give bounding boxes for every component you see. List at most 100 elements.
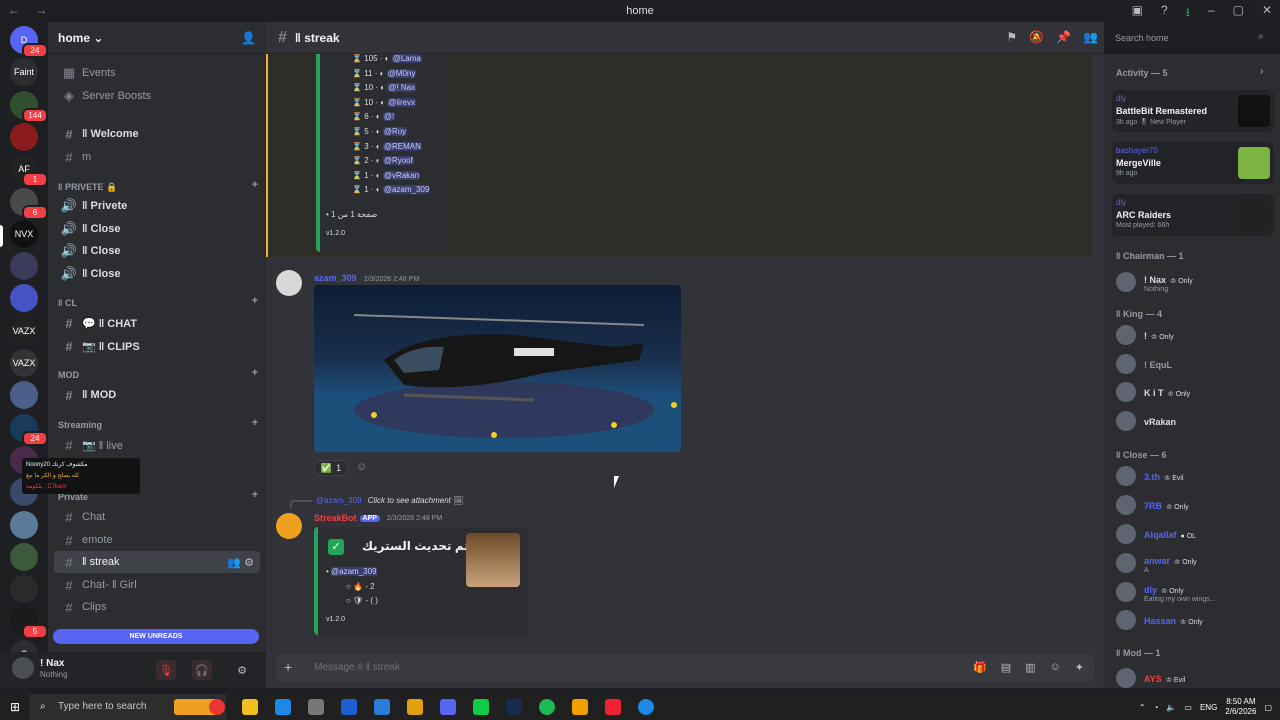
mention[interactable]: @! [382, 112, 396, 122]
avatar[interactable] [276, 513, 302, 539]
voice-channel[interactable]: 🔊 ‖ Close [54, 218, 260, 240]
battery-icon[interactable]: ▭ [1184, 703, 1192, 712]
discord-icon[interactable] [440, 699, 456, 715]
emoji-icon[interactable]: ☺ [1050, 661, 1061, 674]
activity-card[interactable]: bashayer70 MergeVille 9h ago [1112, 142, 1274, 184]
language-indicator[interactable]: ENG [1200, 703, 1217, 712]
text-channel[interactable]: # 📷 ‖ CLIPS [54, 335, 260, 357]
steam-icon[interactable] [506, 699, 522, 715]
spotify-icon[interactable] [539, 699, 555, 715]
settings-gear-icon[interactable]: ⚙ [232, 660, 252, 680]
mention[interactable]: @Lama [391, 54, 422, 63]
download-icon[interactable]: ⭳ [1186, 3, 1190, 24]
channel-category[interactable]: ‖ CL + [58, 295, 258, 308]
mention[interactable]: @vRakan [382, 170, 421, 180]
channel-category[interactable]: Streaming + [58, 417, 258, 430]
store-icon[interactable] [275, 699, 291, 715]
sidebar-item-boosts[interactable]: ◈ Server Boosts [54, 85, 260, 107]
new-unreads-pill[interactable]: NEW UNREADS [53, 629, 259, 644]
activity-card[interactable]: dly BattleBit Remastered 3h ago 🎖 New Play… [1112, 90, 1274, 132]
sticker-icon[interactable]: ▥ [1025, 661, 1035, 674]
member-item[interactable]: ! EquL [1112, 351, 1278, 377]
member-item[interactable]: dly ♔ Only Eating my own wings... [1112, 579, 1278, 605]
excel-icon[interactable] [473, 699, 489, 715]
member-item[interactable]: AYS ♔ Evil [1112, 665, 1278, 688]
add-channel-icon[interactable]: + [252, 295, 258, 308]
member-item[interactable]: Hassan ♔ Only [1112, 607, 1278, 633]
member-item[interactable]: K i T ♔ Only [1112, 379, 1278, 405]
wifi-icon[interactable]: ◔ [1154, 703, 1159, 712]
minimize-icon[interactable]: – [1208, 3, 1215, 24]
settings-gear-icon[interactable]: 👥 ⚙ [227, 556, 254, 569]
mail-icon[interactable] [308, 699, 324, 715]
apps-icon[interactable]: ✦ [1075, 661, 1084, 674]
reply-preview[interactable]: @azam_309 Click to see attachment 🖼 [316, 496, 463, 505]
app-icon[interactable] [605, 699, 621, 715]
notification-bell-icon[interactable]: 🔕 [1029, 30, 1044, 44]
add-channel-icon[interactable]: + [252, 417, 258, 430]
member-item[interactable]: ! ♔ Only [1112, 322, 1278, 348]
search-input[interactable]: Search home [1110, 30, 1274, 46]
add-channel-icon[interactable]: + [252, 489, 258, 502]
chrome-icon[interactable] [209, 699, 225, 715]
text-channel[interactable]: # 📷 ‖ live [54, 434, 260, 456]
add-reaction-icon[interactable]: ☺ [356, 461, 367, 473]
add-channel-icon[interactable]: + [252, 179, 258, 193]
pin-icon[interactable]: 📌 [1056, 30, 1071, 44]
file-explorer-icon[interactable] [242, 699, 258, 715]
text-channel[interactable]: # ‖ Welcome [54, 123, 260, 145]
add-channel-icon[interactable]: + [252, 367, 258, 380]
mention[interactable]: @REMAN [382, 141, 422, 151]
server-header[interactable]: home ⌄ 👤 [48, 22, 266, 54]
text-channel[interactable]: # ‖ streak 👥 ⚙ [54, 551, 260, 573]
edge-icon[interactable] [638, 699, 654, 715]
avatar[interactable] [12, 657, 34, 679]
server-icon[interactable] [10, 542, 38, 571]
inbox-icon[interactable]: ▣ [1132, 3, 1143, 24]
clock[interactable]: 8:50 AM 2/6/2026 [1225, 697, 1256, 717]
chevron-right-icon[interactable]: › [1260, 66, 1263, 77]
game-icon[interactable] [407, 699, 423, 715]
activity-card[interactable]: dly ARC Raiders Most played: 66h [1112, 194, 1274, 236]
message-input[interactable]: + Message # ‖ streak 🎁 ▤ ▥ ☺ ✦ [276, 654, 1094, 682]
server-icon[interactable] [10, 122, 38, 151]
mention[interactable]: @Roy [382, 127, 408, 136]
windows-start-icon[interactable]: ⊞ [10, 700, 20, 714]
channel-category[interactable]: ‖ PRIVETE 🔒 + [58, 179, 258, 193]
server-icon[interactable] [10, 284, 38, 313]
voice-channel[interactable]: 🔊 ‖ Privete [54, 195, 260, 217]
deafen-icon[interactable]: 🎧 [192, 660, 212, 680]
app-icon[interactable] [374, 699, 390, 715]
text-channel[interactable]: # Clips [54, 596, 260, 618]
embed-thumbnail[interactable] [466, 533, 520, 587]
server-icon[interactable]: VAZX [10, 316, 38, 345]
server-icon[interactable] [10, 252, 38, 281]
add-friend-icon[interactable]: 👤 [241, 31, 256, 45]
close-icon[interactable]: ✕ [1262, 3, 1272, 24]
text-channel[interactable]: # Chat- ‖ Girl [54, 574, 260, 596]
members-icon[interactable]: 👥 [1083, 30, 1098, 44]
server-icon[interactable]: VAZX [10, 349, 38, 377]
member-item[interactable]: ! Nax ♔ Only Nothing [1112, 269, 1278, 295]
text-channel[interactable]: # m [54, 146, 260, 168]
author-name[interactable]: azam_309 [314, 273, 357, 283]
text-channel[interactable]: # 💬 ‖ CHAT [54, 312, 260, 334]
gift-icon[interactable]: 🎁 [973, 661, 987, 674]
tray-overflow-icon[interactable]: ⌃ [1139, 703, 1146, 712]
notification-icon[interactable]: ▢ [1264, 703, 1272, 712]
maximize-icon[interactable]: ▢ [1233, 3, 1244, 24]
server-icon[interactable]: Faint [10, 58, 38, 87]
mention[interactable]: @iirevx [387, 97, 417, 107]
text-channel[interactable]: # Chat [54, 506, 260, 528]
member-item[interactable]: Alqallaf ● OL [1112, 521, 1278, 547]
member-item[interactable]: 7RB ♔ Only [1112, 492, 1278, 518]
mention[interactable]: @M0ny [386, 68, 417, 78]
mention[interactable]: @azam_309 [382, 185, 431, 195]
server-icon[interactable] [10, 510, 38, 539]
threads-icon[interactable]: ⚑ [1006, 30, 1017, 44]
mention[interactable]: @Ryoof [382, 156, 414, 166]
help-icon[interactable]: ? [1161, 3, 1168, 24]
reaction-checkmark[interactable]: ✅ 1 [314, 460, 348, 476]
mute-icon[interactable]: 🎙 [156, 660, 176, 680]
member-item[interactable]: anwar ♔ Only A [1112, 550, 1278, 576]
